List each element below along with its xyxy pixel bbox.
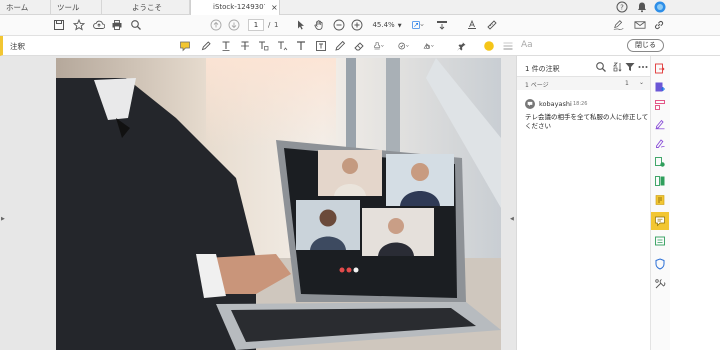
close-comment-button[interactable]: 閉じる	[627, 39, 664, 52]
comment-text-line: テレ会議の相手を全て私服の人に修正して	[525, 113, 649, 121]
document-image	[56, 58, 501, 350]
tab-document-label: iStock-1249307312	[213, 3, 265, 11]
print-icon[interactable]	[111, 19, 123, 31]
tab-close-icon[interactable]: ×	[271, 0, 278, 15]
page-group-label: 1 ページ	[525, 82, 549, 89]
measure-icon[interactable]	[486, 19, 498, 31]
comment-text-line: ください	[525, 122, 551, 130]
sort-icon[interactable]	[611, 61, 623, 73]
right-panel-collapse-icon[interactable]: ◀	[510, 216, 514, 222]
zoom-chevron-icon: ▼	[397, 23, 402, 29]
upload-icon[interactable]	[93, 19, 105, 31]
comment-author: kobayashi	[539, 100, 572, 108]
save-icon[interactable]	[53, 19, 65, 31]
tab-tools[interactable]: ツール	[51, 0, 102, 15]
star-icon[interactable]	[73, 19, 85, 31]
tab-welcome[interactable]: ようこそ	[102, 0, 190, 15]
pen-sign-icon[interactable]	[613, 19, 627, 31]
comment-time: 18:26	[573, 101, 588, 107]
text-strikethrough-icon[interactable]	[239, 40, 251, 52]
create-pdf-icon[interactable]	[654, 81, 666, 93]
hand-icon[interactable]	[313, 19, 325, 31]
bell-icon[interactable]	[636, 1, 648, 13]
comment-tool-selected[interactable]	[651, 212, 669, 230]
tab-welcome-label: ようこそ	[132, 3, 162, 12]
text-replace-icon[interactable]	[257, 40, 269, 52]
search-comments-icon[interactable]	[595, 61, 607, 73]
more-options-icon[interactable]	[637, 61, 649, 73]
text-insert-icon[interactable]	[276, 40, 288, 52]
main-toolbar: 1 / 1 45.4% ▼	[0, 15, 720, 36]
read-aloud-icon[interactable]	[466, 19, 478, 31]
avatar-icon[interactable]	[654, 1, 666, 13]
arrow-down-icon[interactable]	[228, 19, 240, 31]
text-box-icon[interactable]	[315, 40, 327, 52]
comment-toolbar: 注釈 Aa 閉じる	[0, 36, 720, 56]
zoom-out-icon[interactable]	[333, 19, 345, 31]
page-total: 1	[274, 21, 279, 29]
email-icon[interactable]	[634, 19, 647, 31]
stamp-icon[interactable]	[373, 40, 389, 52]
scan-ocr-icon[interactable]	[654, 194, 666, 206]
add-text-icon[interactable]	[295, 40, 307, 52]
filter-icon[interactable]	[624, 61, 636, 73]
left-panel-toggle-icon[interactable]: ▶	[1, 216, 5, 222]
search-icon[interactable]	[130, 19, 142, 31]
edit-pdf-icon[interactable]	[654, 99, 666, 111]
help-icon[interactable]: ?	[616, 1, 628, 13]
comments-count-label: 1 件の注釈	[525, 65, 560, 73]
tab-tools-label: ツール	[57, 3, 80, 12]
line-weight-icon[interactable]	[502, 40, 514, 52]
request-signature-icon[interactable]	[654, 137, 666, 149]
arrow-up-icon[interactable]	[210, 19, 222, 31]
draw-pencil-icon[interactable]	[334, 40, 346, 52]
export-pdf-icon[interactable]	[654, 63, 666, 75]
comments-panel: 1 件の注釈 1 ページ 1 ⌄ kobayashi 18:26 テレ会議の相手…	[516, 56, 650, 350]
fit-page-icon[interactable]	[412, 19, 430, 31]
window-margin	[670, 56, 720, 350]
text-underline-icon[interactable]	[220, 40, 232, 52]
comment-text: テレ会議の相手を全て私服の人に修正して ください	[525, 113, 649, 131]
attach-file-icon[interactable]	[398, 40, 414, 52]
shapes-icon[interactable]	[423, 40, 439, 52]
scroll-mode-icon[interactable]	[436, 19, 448, 31]
page-number-input[interactable]: 1	[248, 19, 264, 31]
tab-document[interactable]: iStock-1249307312 ×	[190, 0, 280, 16]
chevron-down-icon[interactable]: ⌄	[639, 79, 644, 86]
organize-pages-icon[interactable]	[654, 156, 666, 168]
pin-icon[interactable]	[455, 40, 467, 52]
comment-item[interactable]: kobayashi 18:26 テレ会議の相手を全て私服の人に修正して ください	[517, 92, 650, 132]
cursor-icon[interactable]	[295, 19, 307, 31]
page-group-count: 1	[625, 80, 629, 87]
share-link-icon[interactable]	[653, 19, 665, 31]
video-call-photo	[56, 58, 501, 350]
tab-home[interactable]: ホーム	[0, 0, 51, 15]
page-separator: /	[268, 21, 271, 29]
sticky-note-icon[interactable]	[179, 40, 191, 52]
protect-icon[interactable]	[654, 258, 666, 270]
text-properties-label[interactable]: Aa	[521, 40, 533, 50]
compare-files-icon[interactable]	[654, 235, 666, 247]
comment-author-avatar	[525, 99, 535, 109]
fill-sign-icon[interactable]	[654, 118, 666, 130]
comment-tool-label: 注釈	[10, 42, 25, 51]
more-tools-icon[interactable]	[654, 278, 666, 290]
highlight-pen-icon[interactable]	[200, 40, 212, 52]
tab-bar: ホーム ツール ようこそ iStock-1249307312 × ?	[0, 0, 720, 16]
comment-icon	[654, 215, 666, 227]
eraser-icon[interactable]	[353, 40, 365, 52]
zoom-in-icon[interactable]	[351, 19, 363, 31]
page-group-header[interactable]: 1 ページ 1 ⌄	[517, 77, 650, 90]
combine-files-icon[interactable]	[654, 175, 666, 187]
svg-text:?: ?	[620, 4, 624, 12]
zoom-level-select[interactable]: 45.4% ▼	[368, 19, 406, 31]
color-picker-icon[interactable]	[483, 40, 495, 52]
zoom-level-value: 45.4%	[372, 21, 395, 29]
